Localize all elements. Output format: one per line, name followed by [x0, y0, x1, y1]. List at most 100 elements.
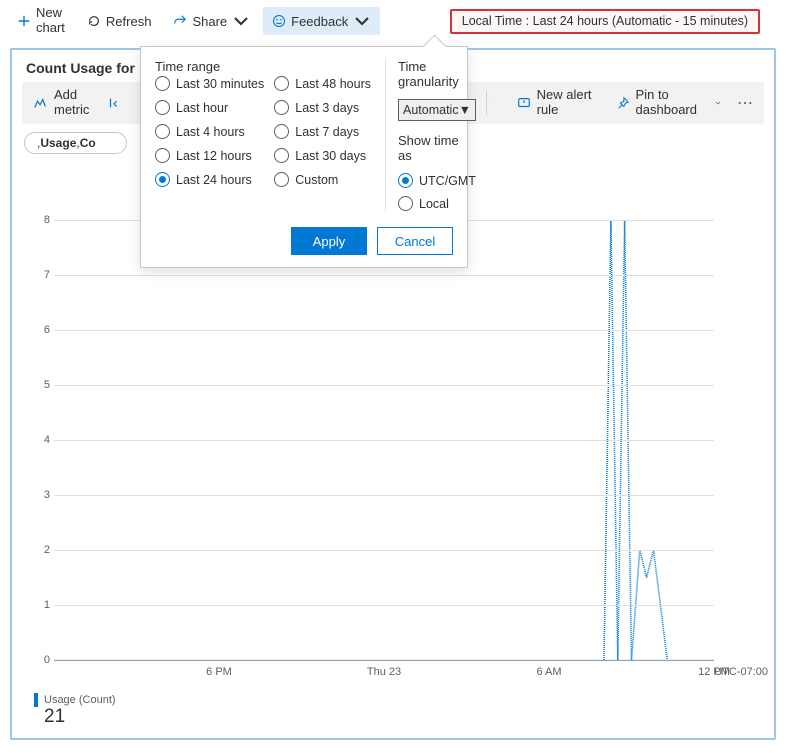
- radio-label: Last 30 minutes: [176, 77, 264, 91]
- time-range-option[interactable]: Last 4 hours: [155, 124, 264, 139]
- cancel-button[interactable]: Cancel: [377, 227, 453, 255]
- radio-icon: [155, 124, 170, 139]
- radio-icon: [155, 76, 170, 91]
- add-metric-button[interactable]: Add metric: [22, 82, 101, 124]
- gridline: [54, 550, 714, 551]
- new-alert-rule-label: New alert rule: [537, 88, 592, 118]
- y-tick-label: 0: [32, 654, 50, 666]
- x-tick-label: Thu 23: [367, 666, 401, 678]
- radio-label: Last 30 days: [295, 149, 366, 163]
- radio-icon: [155, 100, 170, 115]
- refresh-button[interactable]: Refresh: [78, 9, 161, 34]
- range-radio-group: Last 30 minutes Last hour Last 4 hours Last…: [155, 76, 371, 187]
- radio-label: Last hour: [176, 101, 228, 115]
- time-range-option[interactable]: Last 12 hours: [155, 148, 264, 163]
- radio-label: Last 7 days: [295, 125, 359, 139]
- plus-icon: [17, 14, 31, 28]
- time-range-text: Local Time : Last 24 hours (Automatic - …: [462, 14, 748, 28]
- time-range-option[interactable]: Last 7 days: [274, 124, 371, 139]
- gridline: [54, 385, 714, 386]
- apply-button[interactable]: Apply: [291, 227, 367, 255]
- y-tick-label: 3: [32, 489, 50, 501]
- gridline: [54, 605, 714, 606]
- granularity-value: Automatic: [403, 103, 459, 117]
- y-tick-label: 5: [32, 379, 50, 391]
- share-label: Share: [192, 14, 227, 29]
- new-alert-rule-button[interactable]: New alert rule: [505, 82, 604, 124]
- gridline: [54, 495, 714, 496]
- time-range-option[interactable]: Last 48 hours: [274, 76, 371, 91]
- radio-icon: [274, 148, 289, 163]
- radio-label: UTC/GMT: [419, 174, 476, 188]
- chip-text: Co: [80, 136, 96, 150]
- time-range-pill[interactable]: Local Time : Last 24 hours (Automatic - …: [450, 9, 760, 34]
- time-range-option[interactable]: Last 3 days: [274, 100, 371, 115]
- new-chart-button[interactable]: New chart: [8, 1, 74, 41]
- time-range-option[interactable]: Last 30 minutes: [155, 76, 264, 91]
- chart-legend: Usage (Count) 21: [34, 693, 116, 726]
- radio-icon: [398, 173, 413, 188]
- feedback-icon: [272, 14, 286, 28]
- y-tick-label: 8: [32, 214, 50, 226]
- granularity-heading: Time granularity: [398, 59, 476, 89]
- radio-label: Last 48 hours: [295, 77, 371, 91]
- top-toolbar: New chart Refresh Share Feedback Local T…: [0, 0, 786, 42]
- pin-dashboard-button[interactable]: Pin to dashboard: [604, 82, 709, 124]
- show-time-option[interactable]: UTC/GMT: [398, 173, 476, 188]
- legend-series-label: Usage (Count): [44, 694, 116, 706]
- radio-label: Last 24 hours: [176, 173, 252, 187]
- x-tick-label: 6 PM: [206, 666, 232, 678]
- show-time-option[interactable]: Local: [398, 196, 476, 211]
- radio-icon: [274, 76, 289, 91]
- time-range-option[interactable]: Custom: [274, 172, 371, 187]
- y-tick-label: 7: [32, 269, 50, 281]
- radio-icon: [398, 196, 413, 211]
- new-chart-label: New chart: [36, 6, 65, 36]
- share-button[interactable]: Share: [164, 7, 259, 35]
- granularity-select[interactable]: Automatic ▼: [398, 99, 476, 121]
- share-icon: [173, 14, 187, 28]
- legend-swatch: [34, 693, 38, 707]
- radio-label: Custom: [295, 173, 338, 187]
- add-metric-icon: [34, 96, 48, 110]
- radio-icon: [274, 100, 289, 115]
- alert-icon: [517, 96, 531, 110]
- chevron-down-icon[interactable]: [487, 94, 505, 112]
- pin-icon: [616, 96, 630, 110]
- refresh-icon: [87, 14, 101, 28]
- y-tick-label: 4: [32, 434, 50, 446]
- y-tick-label: 1: [32, 599, 50, 611]
- y-tick-label: 2: [32, 544, 50, 556]
- refresh-label: Refresh: [106, 14, 152, 29]
- time-range-option[interactable]: Last 30 days: [274, 148, 371, 163]
- time-range-heading: Time range: [155, 59, 371, 74]
- radio-label: Local: [419, 197, 449, 211]
- radio-icon: [155, 172, 170, 187]
- gridline: [54, 440, 714, 441]
- chevron-down-icon[interactable]: [709, 94, 727, 112]
- show-time-heading: Show time as: [398, 133, 476, 163]
- pin-dashboard-label: Pin to dashboard: [636, 88, 697, 118]
- x-tick-label: 12 PM: [698, 666, 730, 678]
- more-menu-button[interactable]: ⋯: [727, 93, 764, 113]
- metric-chip[interactable]: , Usage, Co: [24, 132, 127, 154]
- time-range-option[interactable]: Last hour: [155, 100, 264, 115]
- chevron-down-icon: [232, 12, 250, 30]
- legend-value: 21: [34, 707, 116, 726]
- add-metric-label: Add metric: [54, 88, 89, 118]
- gridline: [54, 275, 714, 276]
- dropdown-icon: ▼: [459, 103, 471, 117]
- time-range-popover: Time range Last 30 minutesLast hourLast …: [140, 46, 468, 268]
- chevron-down-icon: [353, 12, 371, 30]
- radio-label: Last 12 hours: [176, 149, 252, 163]
- chart-plot-area: UTC-07:00 0123456786 PMThu 236 AM12 PM: [54, 220, 714, 660]
- y-tick-label: 6: [32, 324, 50, 336]
- add-filter-icon[interactable]: [107, 96, 121, 110]
- chip-text: Usage: [40, 136, 76, 150]
- feedback-label: Feedback: [291, 14, 348, 29]
- gridline: [54, 660, 714, 661]
- time-range-option[interactable]: Last 24 hours: [155, 172, 264, 187]
- radio-label: Last 3 days: [295, 101, 359, 115]
- x-tick-label: 6 AM: [536, 666, 561, 678]
- feedback-button[interactable]: Feedback: [263, 7, 380, 35]
